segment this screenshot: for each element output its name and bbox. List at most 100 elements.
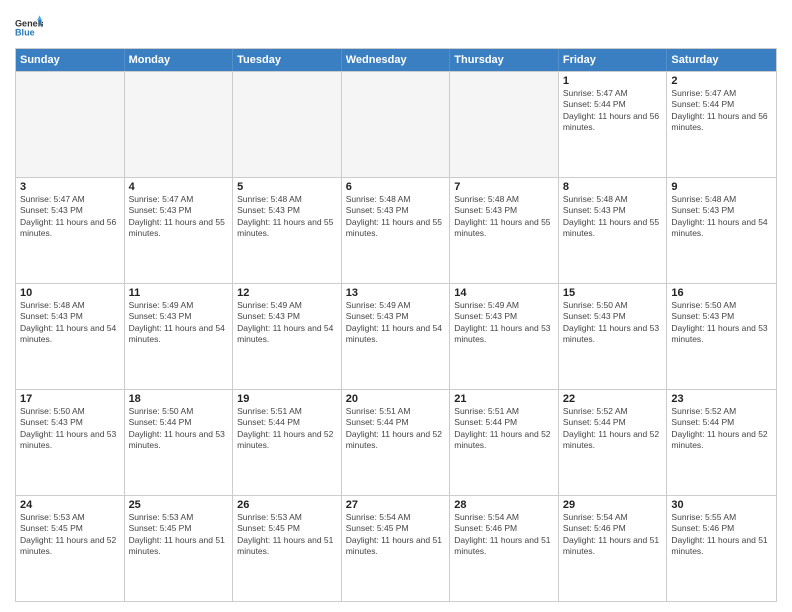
header-wednesday: Wednesday: [342, 49, 451, 71]
header-tuesday: Tuesday: [233, 49, 342, 71]
day-detail: Sunrise: 5:54 AMSunset: 5:46 PMDaylight:…: [454, 512, 554, 558]
day-detail: Sunrise: 5:47 AMSunset: 5:44 PMDaylight:…: [671, 88, 772, 134]
header-thursday: Thursday: [450, 49, 559, 71]
header-saturday: Saturday: [667, 49, 776, 71]
day-detail: Sunrise: 5:54 AMSunset: 5:46 PMDaylight:…: [563, 512, 663, 558]
logo: General Blue: [15, 14, 43, 42]
day-detail: Sunrise: 5:48 AMSunset: 5:43 PMDaylight:…: [237, 194, 337, 240]
calendar-cell: 20Sunrise: 5:51 AMSunset: 5:44 PMDayligh…: [342, 390, 451, 495]
calendar-cell: 19Sunrise: 5:51 AMSunset: 5:44 PMDayligh…: [233, 390, 342, 495]
page-header: General Blue: [15, 10, 777, 42]
calendar: Sunday Monday Tuesday Wednesday Thursday…: [15, 48, 777, 602]
day-number: 15: [563, 287, 663, 299]
day-number: 25: [129, 499, 229, 511]
day-detail: Sunrise: 5:50 AMSunset: 5:43 PMDaylight:…: [563, 300, 663, 346]
day-detail: Sunrise: 5:50 AMSunset: 5:43 PMDaylight:…: [20, 406, 120, 452]
calendar-cell: 26Sunrise: 5:53 AMSunset: 5:45 PMDayligh…: [233, 496, 342, 601]
header-monday: Monday: [125, 49, 234, 71]
day-detail: Sunrise: 5:49 AMSunset: 5:43 PMDaylight:…: [129, 300, 229, 346]
day-number: 21: [454, 393, 554, 405]
day-number: 20: [346, 393, 446, 405]
svg-text:Blue: Blue: [15, 28, 35, 38]
calendar-body: 1Sunrise: 5:47 AMSunset: 5:44 PMDaylight…: [16, 71, 776, 601]
day-number: 19: [237, 393, 337, 405]
calendar-cell: 13Sunrise: 5:49 AMSunset: 5:43 PMDayligh…: [342, 284, 451, 389]
day-detail: Sunrise: 5:51 AMSunset: 5:44 PMDaylight:…: [237, 406, 337, 452]
calendar-cell: 30Sunrise: 5:55 AMSunset: 5:46 PMDayligh…: [667, 496, 776, 601]
calendar-cell: 7Sunrise: 5:48 AMSunset: 5:43 PMDaylight…: [450, 178, 559, 283]
day-detail: Sunrise: 5:53 AMSunset: 5:45 PMDaylight:…: [237, 512, 337, 558]
calendar-cell: 4Sunrise: 5:47 AMSunset: 5:43 PMDaylight…: [125, 178, 234, 283]
calendar-cell: 1Sunrise: 5:47 AMSunset: 5:44 PMDaylight…: [559, 72, 668, 177]
calendar-header: Sunday Monday Tuesday Wednesday Thursday…: [16, 49, 776, 71]
calendar-cell: [233, 72, 342, 177]
calendar-cell: 8Sunrise: 5:48 AMSunset: 5:43 PMDaylight…: [559, 178, 668, 283]
day-detail: Sunrise: 5:48 AMSunset: 5:43 PMDaylight:…: [346, 194, 446, 240]
calendar-cell: [450, 72, 559, 177]
calendar-cell: 22Sunrise: 5:52 AMSunset: 5:44 PMDayligh…: [559, 390, 668, 495]
day-detail: Sunrise: 5:51 AMSunset: 5:44 PMDaylight:…: [346, 406, 446, 452]
calendar-row-1: 1Sunrise: 5:47 AMSunset: 5:44 PMDaylight…: [16, 71, 776, 177]
day-detail: Sunrise: 5:53 AMSunset: 5:45 PMDaylight:…: [129, 512, 229, 558]
day-number: 11: [129, 287, 229, 299]
day-number: 13: [346, 287, 446, 299]
day-detail: Sunrise: 5:48 AMSunset: 5:43 PMDaylight:…: [20, 300, 120, 346]
day-detail: Sunrise: 5:54 AMSunset: 5:45 PMDaylight:…: [346, 512, 446, 558]
day-number: 2: [671, 75, 772, 87]
day-number: 29: [563, 499, 663, 511]
header-sunday: Sunday: [16, 49, 125, 71]
day-number: 8: [563, 181, 663, 193]
calendar-cell: 21Sunrise: 5:51 AMSunset: 5:44 PMDayligh…: [450, 390, 559, 495]
calendar-cell: 28Sunrise: 5:54 AMSunset: 5:46 PMDayligh…: [450, 496, 559, 601]
day-detail: Sunrise: 5:47 AMSunset: 5:44 PMDaylight:…: [563, 88, 663, 134]
header-friday: Friday: [559, 49, 668, 71]
day-number: 10: [20, 287, 120, 299]
calendar-cell: 12Sunrise: 5:49 AMSunset: 5:43 PMDayligh…: [233, 284, 342, 389]
day-detail: Sunrise: 5:49 AMSunset: 5:43 PMDaylight:…: [237, 300, 337, 346]
calendar-cell: 15Sunrise: 5:50 AMSunset: 5:43 PMDayligh…: [559, 284, 668, 389]
day-detail: Sunrise: 5:53 AMSunset: 5:45 PMDaylight:…: [20, 512, 120, 558]
day-number: 30: [671, 499, 772, 511]
day-number: 26: [237, 499, 337, 511]
day-detail: Sunrise: 5:52 AMSunset: 5:44 PMDaylight:…: [563, 406, 663, 452]
day-number: 24: [20, 499, 120, 511]
calendar-cell: 3Sunrise: 5:47 AMSunset: 5:43 PMDaylight…: [16, 178, 125, 283]
day-detail: Sunrise: 5:50 AMSunset: 5:43 PMDaylight:…: [671, 300, 772, 346]
calendar-row-5: 24Sunrise: 5:53 AMSunset: 5:45 PMDayligh…: [16, 495, 776, 601]
day-number: 22: [563, 393, 663, 405]
calendar-cell: 29Sunrise: 5:54 AMSunset: 5:46 PMDayligh…: [559, 496, 668, 601]
day-number: 3: [20, 181, 120, 193]
day-detail: Sunrise: 5:49 AMSunset: 5:43 PMDaylight:…: [346, 300, 446, 346]
calendar-row-3: 10Sunrise: 5:48 AMSunset: 5:43 PMDayligh…: [16, 283, 776, 389]
calendar-cell: 24Sunrise: 5:53 AMSunset: 5:45 PMDayligh…: [16, 496, 125, 601]
calendar-cell: [16, 72, 125, 177]
day-number: 4: [129, 181, 229, 193]
calendar-cell: 5Sunrise: 5:48 AMSunset: 5:43 PMDaylight…: [233, 178, 342, 283]
day-detail: Sunrise: 5:47 AMSunset: 5:43 PMDaylight:…: [20, 194, 120, 240]
calendar-cell: 18Sunrise: 5:50 AMSunset: 5:44 PMDayligh…: [125, 390, 234, 495]
day-number: 9: [671, 181, 772, 193]
day-number: 14: [454, 287, 554, 299]
day-number: 7: [454, 181, 554, 193]
calendar-cell: 17Sunrise: 5:50 AMSunset: 5:43 PMDayligh…: [16, 390, 125, 495]
calendar-row-2: 3Sunrise: 5:47 AMSunset: 5:43 PMDaylight…: [16, 177, 776, 283]
calendar-cell: 16Sunrise: 5:50 AMSunset: 5:43 PMDayligh…: [667, 284, 776, 389]
calendar-cell: 10Sunrise: 5:48 AMSunset: 5:43 PMDayligh…: [16, 284, 125, 389]
calendar-row-4: 17Sunrise: 5:50 AMSunset: 5:43 PMDayligh…: [16, 389, 776, 495]
day-detail: Sunrise: 5:49 AMSunset: 5:43 PMDaylight:…: [454, 300, 554, 346]
day-number: 16: [671, 287, 772, 299]
day-detail: Sunrise: 5:47 AMSunset: 5:43 PMDaylight:…: [129, 194, 229, 240]
calendar-cell: 9Sunrise: 5:48 AMSunset: 5:43 PMDaylight…: [667, 178, 776, 283]
day-detail: Sunrise: 5:48 AMSunset: 5:43 PMDaylight:…: [563, 194, 663, 240]
day-number: 6: [346, 181, 446, 193]
calendar-cell: [342, 72, 451, 177]
day-number: 27: [346, 499, 446, 511]
day-detail: Sunrise: 5:52 AMSunset: 5:44 PMDaylight:…: [671, 406, 772, 452]
day-number: 12: [237, 287, 337, 299]
calendar-cell: 11Sunrise: 5:49 AMSunset: 5:43 PMDayligh…: [125, 284, 234, 389]
day-number: 23: [671, 393, 772, 405]
day-detail: Sunrise: 5:55 AMSunset: 5:46 PMDaylight:…: [671, 512, 772, 558]
calendar-cell: [125, 72, 234, 177]
day-detail: Sunrise: 5:51 AMSunset: 5:44 PMDaylight:…: [454, 406, 554, 452]
day-detail: Sunrise: 5:48 AMSunset: 5:43 PMDaylight:…: [454, 194, 554, 240]
